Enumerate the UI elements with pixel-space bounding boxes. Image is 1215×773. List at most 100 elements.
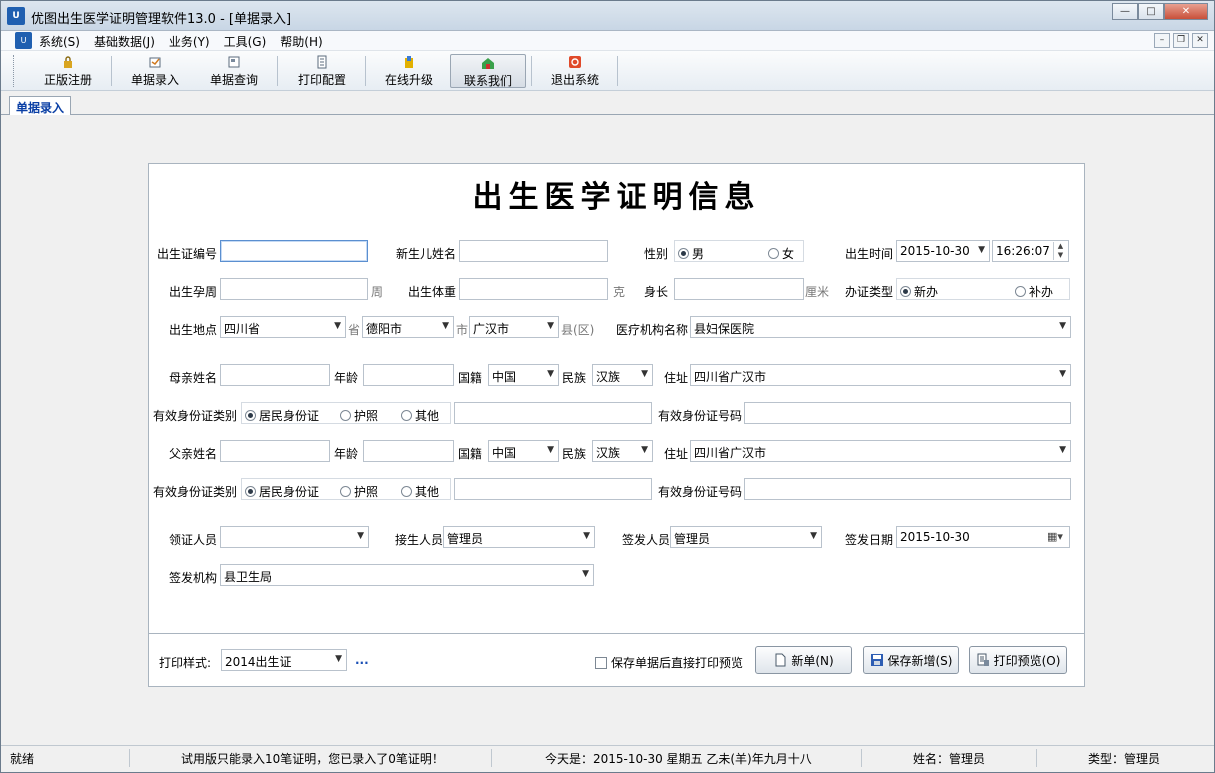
chevron-down-icon: ▼ xyxy=(1059,321,1066,331)
maximize-button[interactable]: □ xyxy=(1138,3,1164,20)
checkbox-icon xyxy=(595,656,607,669)
height-input[interactable] xyxy=(674,278,804,300)
gender-female-radio[interactable]: 女 xyxy=(768,245,794,262)
exit-icon xyxy=(569,56,581,68)
direct-preview-checkbox[interactable]: 保存单据后直接打印预览 xyxy=(595,654,743,671)
label-father-nationality: 国籍 xyxy=(458,447,483,461)
label-cert-no: 出生证编号 xyxy=(157,247,218,261)
radio-selected-icon xyxy=(245,486,256,497)
hospital-select[interactable]: 县妇保医院 ▼ xyxy=(690,316,1071,338)
exit-button[interactable]: 退出系统 xyxy=(539,54,611,88)
query-button[interactable]: 单据查询 xyxy=(197,54,271,88)
menu-basic-data[interactable]: 基础数据(J) xyxy=(94,33,155,50)
mdi-close-button[interactable]: ✕ xyxy=(1192,33,1208,48)
chevron-down-icon: ▼ xyxy=(335,654,342,664)
tab-entry[interactable]: 单据录入 xyxy=(9,96,72,116)
acceptor-select[interactable]: 管理员 ▼ xyxy=(443,526,595,548)
menu-tools[interactable]: 工具(G) xyxy=(224,33,267,50)
label-weight: 出生体重 xyxy=(408,285,457,299)
father-address-select[interactable]: 四川省广汉市 ▼ xyxy=(690,440,1071,462)
father-id-passport-radio[interactable]: 护照 xyxy=(340,483,378,500)
radio-icon xyxy=(768,248,779,259)
document-edit-icon xyxy=(149,57,161,68)
mother-name-input[interactable] xyxy=(220,364,330,386)
birth-time-spinner[interactable]: 16:26:07 ▲ ▼ xyxy=(992,240,1069,262)
print-config-button[interactable]: 打印配置 xyxy=(285,54,359,88)
menu-help[interactable]: 帮助(H) xyxy=(280,33,322,50)
label-sign-date: 签发日期 xyxy=(845,533,894,547)
birth-cert-form: 出生医学证明信息 出生证编号 新生儿姓名 性别 男 女 出生时间 2015-10… xyxy=(148,163,1085,687)
new-button[interactable]: 新单(N) xyxy=(755,646,852,674)
father-id-resident-radio[interactable]: 居民身份证 xyxy=(245,483,319,500)
print-style-select[interactable]: 2014出生证 ▼ xyxy=(221,649,347,671)
save-new-button[interactable]: 保存新增(S) xyxy=(863,646,959,674)
city-select[interactable]: 德阳市 ▼ xyxy=(362,316,454,338)
footer-divider xyxy=(149,633,1084,634)
cert-no-input[interactable] xyxy=(220,240,368,262)
upgrade-button[interactable]: 在线升级 xyxy=(373,54,445,88)
mother-id-other-input[interactable] xyxy=(454,402,652,424)
register-button[interactable]: 正版注册 xyxy=(31,54,105,88)
mother-ethnic-select[interactable]: 汉族 ▼ xyxy=(592,364,653,386)
lock-icon xyxy=(64,56,72,68)
main-window: U 优图出生医学证明管理软件13.0 - [单据录入] — □ ✕ U 系统(S… xyxy=(0,0,1215,773)
mother-age-input[interactable] xyxy=(363,364,454,386)
mdi-restore-button[interactable]: ❐ xyxy=(1173,33,1189,48)
save-icon xyxy=(870,654,883,666)
birth-date-picker[interactable]: 2015-10-30 ▼ xyxy=(896,240,990,262)
label-father-id-type: 有效身份证类别 xyxy=(153,485,238,499)
father-name-input[interactable] xyxy=(220,440,330,462)
father-id-other-input[interactable] xyxy=(454,478,652,500)
label-mother-id-no: 有效身份证号码 xyxy=(658,409,743,423)
mother-id-other-radio[interactable]: 其他 xyxy=(401,407,439,424)
radio-icon xyxy=(401,410,412,421)
label-baby-name: 新生儿姓名 xyxy=(396,247,457,261)
mother-id-passport-radio[interactable]: 护照 xyxy=(340,407,378,424)
mother-id-resident-radio[interactable]: 居民身份证 xyxy=(245,407,319,424)
cert-type-supplement-radio[interactable]: 补办 xyxy=(1015,283,1053,300)
status-trial: 试用版只能录入10笔证明，您已录入了0笔证明！ xyxy=(181,752,444,766)
father-id-type-radio-group: 居民身份证 护照 其他 xyxy=(241,478,451,500)
father-ethnic-select[interactable]: 汉族 ▼ xyxy=(592,440,653,462)
label-sign-org: 签发机构 xyxy=(169,571,218,585)
contact-button[interactable]: 联系我们 xyxy=(450,54,526,88)
chevron-down-icon: ▼ xyxy=(641,445,648,455)
label-mother-address: 住址 xyxy=(664,371,689,385)
label-cert-type: 办证类型 xyxy=(845,285,894,299)
county-select[interactable]: 广汉市 ▼ xyxy=(469,316,559,338)
mother-nationality-select[interactable]: 中国 ▼ xyxy=(488,364,559,386)
father-id-other-radio[interactable]: 其他 xyxy=(401,483,439,500)
chevron-down-icon: ▼ xyxy=(357,531,364,541)
sign-date-picker[interactable]: 2015-10-30 ▦▾ xyxy=(896,526,1070,548)
print-preview-button[interactable]: 打印预览(O) xyxy=(969,646,1067,674)
gest-week-input[interactable] xyxy=(220,278,368,300)
unit-province: 省 xyxy=(348,323,361,337)
weight-input[interactable] xyxy=(459,278,608,300)
unit-county: 县(区) xyxy=(561,323,595,337)
app-logo-icon: U xyxy=(7,7,25,25)
receiver-select[interactable]: ▼ xyxy=(220,526,369,548)
father-nationality-select[interactable]: 中国 ▼ xyxy=(488,440,559,462)
entry-button[interactable]: 单据录入 xyxy=(119,54,191,88)
sign-org-select[interactable]: 县卫生局 ▼ xyxy=(220,564,594,586)
chevron-down-icon: ▼ xyxy=(583,531,590,541)
mother-address-select[interactable]: 四川省广汉市 ▼ xyxy=(690,364,1071,386)
signer-select[interactable]: 管理员 ▼ xyxy=(670,526,822,548)
menu-business[interactable]: 业务(Y) xyxy=(169,33,210,50)
radio-icon xyxy=(340,486,351,497)
father-age-input[interactable] xyxy=(363,440,454,462)
calendar-icon[interactable]: ▦▾ xyxy=(1047,530,1065,544)
cert-type-new-radio[interactable]: 新办 xyxy=(900,283,938,300)
mother-id-no-input[interactable] xyxy=(744,402,1071,424)
province-select[interactable]: 四川省 ▼ xyxy=(220,316,346,338)
radio-icon xyxy=(1015,286,1026,297)
print-style-more-link[interactable]: ... xyxy=(355,653,369,667)
menu-system[interactable]: 系统(S) xyxy=(39,33,80,50)
baby-name-input[interactable] xyxy=(459,240,608,262)
gender-male-radio[interactable]: 男 xyxy=(678,245,704,262)
mdi-minimize-button[interactable]: – xyxy=(1154,33,1170,48)
close-button[interactable]: ✕ xyxy=(1164,3,1208,20)
father-id-no-input[interactable] xyxy=(744,478,1071,500)
spinner-arrows-icon[interactable]: ▲ ▼ xyxy=(1053,242,1067,260)
minimize-button[interactable]: — xyxy=(1112,3,1138,20)
